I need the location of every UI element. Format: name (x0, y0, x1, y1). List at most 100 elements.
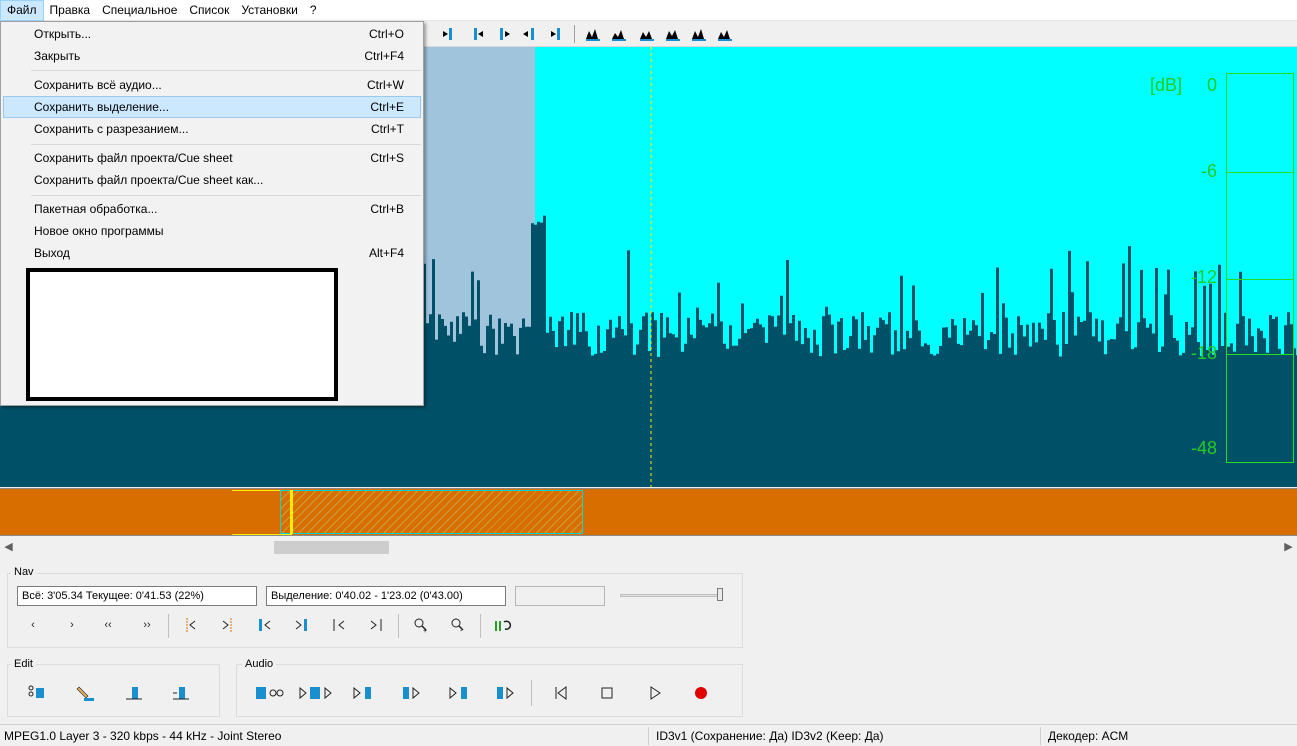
nav-separator (398, 614, 399, 638)
status-format: MPEG1.0 Layer 3 - 320 kbps - 44 kHz - Jo… (4, 729, 282, 743)
overview-line (232, 534, 292, 535)
go-end-icon[interactable] (365, 615, 387, 635)
menu-item-label: Сохранить выделение... (34, 100, 169, 114)
go-start-icon[interactable] (328, 615, 350, 635)
menu-item-label: Сохранить файл проекта/Cue sheet (34, 151, 233, 165)
nav-group-title: Nav (11, 566, 37, 578)
zoom-in-icon[interactable]: + (410, 615, 432, 635)
menu-help[interactable]: ? (304, 0, 323, 21)
scroll-right-icon[interactable]: ▶ (1280, 539, 1297, 556)
db-tick-0: 0 (1206, 75, 1217, 95)
menu-item-shortcut: Ctrl+O (368, 27, 404, 41)
audio-separator (531, 680, 532, 706)
menu-item-shortcut: Alt+F4 (368, 246, 404, 260)
marker-icon[interactable] (690, 25, 708, 43)
scroll-thumb[interactable] (274, 541, 389, 554)
go-sel-start-icon[interactable] (254, 615, 276, 635)
recent-files-box (26, 268, 338, 401)
menu-edit[interactable]: Правка (44, 0, 97, 21)
overview-selection[interactable] (280, 490, 583, 534)
play-to-sel-icon[interactable] (352, 683, 376, 703)
zoom-out-icon[interactable]: - (447, 615, 469, 635)
menu-item-label: Закрыть (34, 49, 81, 63)
meter-gridline (1226, 279, 1294, 280)
edit-group-title: Edit (11, 658, 36, 670)
overview-strip[interactable] (0, 488, 1297, 536)
go-marker-left-icon[interactable] (180, 615, 202, 635)
move-end-left-icon[interactable] (520, 25, 538, 43)
audio-group-title: Audio (242, 658, 277, 670)
fast-right-icon[interactable]: ›› (136, 615, 158, 635)
meter-gridline (1226, 172, 1294, 173)
menu-special[interactable]: Специальное (96, 0, 183, 21)
speed-slider-thumb[interactable] (717, 588, 723, 601)
play-icon[interactable] (644, 683, 666, 703)
menu-exit[interactable]: Выход Alt+F4 (3, 242, 421, 264)
menu-item-label: Сохранить с разрезанием... (34, 122, 189, 136)
menu-item-shortcut: Ctrl+T (371, 122, 404, 136)
svg-text:+: + (423, 628, 427, 634)
menu-item-shortcut: Ctrl+B (370, 202, 404, 216)
trim-icon[interactable] (123, 683, 145, 703)
stop-icon[interactable] (596, 683, 618, 703)
menu-file[interactable]: Файл (0, 0, 44, 21)
move-start-left-icon[interactable] (470, 25, 488, 43)
fast-left-icon[interactable]: ‹‹ (97, 615, 119, 635)
marker-icon[interactable] (584, 25, 602, 43)
play-sel-end-icon[interactable] (448, 683, 472, 703)
marker-icon[interactable] (716, 25, 734, 43)
record-icon[interactable] (690, 683, 712, 703)
file-menu-dropdown: Открыть... Ctrl+O Закрыть Ctrl+F4 Сохранит… (0, 21, 424, 406)
auto-zoom-icon[interactable] (492, 615, 514, 635)
status-divider (648, 727, 649, 745)
menu-settings[interactable]: Установки (235, 0, 303, 21)
menu-item-label: Сохранить файл проекта/Cue sheet как... (34, 173, 264, 187)
menu-item-label: Пакетная обработка... (34, 202, 158, 216)
menu-save-all[interactable]: Сохранить всё аудио... Ctrl+W (3, 74, 421, 96)
status-divider (1040, 727, 1041, 745)
status-decoder: Декодер: ACM (1048, 729, 1129, 743)
menu-item-label: Новое окно программы (34, 224, 164, 238)
menu-save-project[interactable]: Сохранить файл проекта/Cue sheet Ctrl+S (3, 147, 421, 169)
position-readout: Всё: 3'05.34 Текущее: 0'41.53 (22%) (17, 586, 257, 606)
marker-icon[interactable] (664, 25, 682, 43)
pencil-icon[interactable] (75, 683, 97, 703)
menu-separator (31, 195, 421, 196)
menu-item-shortcut: Ctrl+F4 (364, 49, 404, 63)
menu-list[interactable]: Список (183, 0, 235, 21)
move-end-right-icon[interactable] (546, 25, 564, 43)
insert-icon[interactable] (170, 683, 192, 703)
nudge-right-icon[interactable]: › (61, 615, 83, 635)
play-loop-icon[interactable] (255, 683, 287, 703)
skip-back-icon[interactable] (550, 683, 572, 703)
menu-save-selection[interactable]: Сохранить выделение... Ctrl+E (3, 96, 421, 118)
overview-cursor (290, 490, 293, 534)
horizontal-scrollbar[interactable]: ◀ ▶ (0, 539, 1297, 556)
menu-open[interactable]: Открыть... Ctrl+O (3, 23, 421, 45)
play-selection-icon[interactable] (298, 683, 338, 703)
move-start-right-icon[interactable] (496, 25, 514, 43)
go-marker-right-icon[interactable] (216, 615, 238, 635)
menu-save-project-as[interactable]: Сохранить файл проекта/Cue sheet как... (3, 169, 421, 191)
speed-slider-track[interactable] (620, 594, 722, 597)
cut-icon[interactable] (26, 683, 48, 703)
menu-item-shortcut: Ctrl+W (367, 78, 404, 92)
nudge-left-icon[interactable]: ‹ (22, 615, 44, 635)
select-to-start-icon[interactable] (440, 25, 458, 43)
go-sel-end-icon[interactable] (290, 615, 312, 635)
play-after-sel-icon[interactable] (495, 683, 519, 703)
menu-close[interactable]: Закрыть Ctrl+F4 (3, 45, 421, 67)
marker-icon[interactable] (638, 25, 656, 43)
menu-bar: Файл Правка Специальное Список Установки… (0, 0, 1297, 21)
scroll-left-icon[interactable]: ◀ (0, 539, 17, 556)
menu-new-window[interactable]: Новое окно программы (3, 220, 421, 242)
play-sel-start-icon[interactable] (401, 683, 425, 703)
marker-icon[interactable] (610, 25, 628, 43)
menu-save-split[interactable]: Сохранить с разрезанием... Ctrl+T (3, 118, 421, 140)
db-tick-6: -6 (1200, 161, 1217, 181)
level-meter (1226, 73, 1294, 463)
status-id3: ID3v1 (Сохранение: Да) ID3v2 (Keep: Да) (656, 729, 884, 743)
db-tick-18: -18 (1190, 343, 1217, 363)
menu-separator (31, 144, 421, 145)
menu-batch[interactable]: Пакетная обработка... Ctrl+B (3, 198, 421, 220)
